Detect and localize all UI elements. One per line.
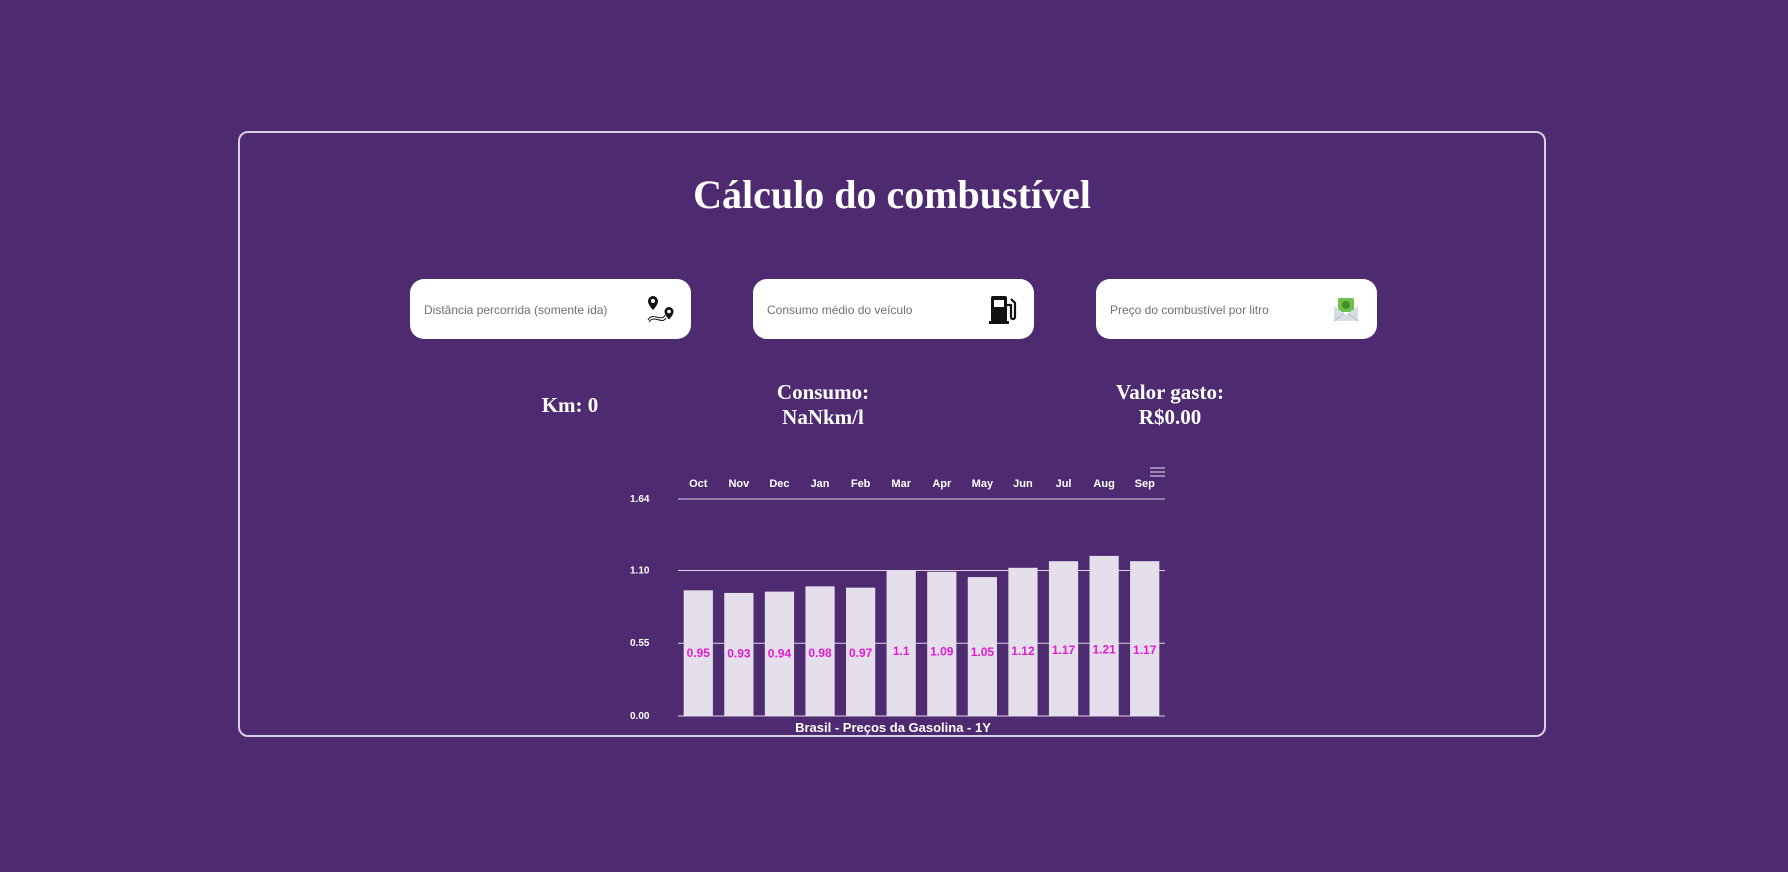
consumption-input[interactable]	[765, 279, 984, 341]
data-label: 1.21	[1092, 643, 1116, 657]
y-tick-label: 1.10	[630, 565, 650, 576]
x-tick-label: Oct	[689, 478, 708, 490]
x-tick-label: Nov	[728, 478, 750, 490]
x-tick-label: Jul	[1056, 478, 1072, 490]
distance-input[interactable]	[422, 279, 641, 341]
x-tick-label: May	[972, 478, 994, 490]
bar	[1089, 555, 1119, 716]
distance-field-container[interactable]	[410, 279, 691, 341]
x-tick-label: Jan	[811, 478, 830, 490]
y-tick-label: 0.00	[630, 711, 650, 722]
y-tick-label: 0.55	[630, 638, 650, 649]
x-tick-label: Feb	[851, 478, 871, 490]
map-route-icon	[645, 293, 675, 325]
menu-line	[1150, 471, 1165, 473]
consumption-field-container[interactable]	[753, 279, 1034, 341]
x-tick-label: Jun	[1013, 478, 1033, 490]
data-label: 0.93	[727, 647, 751, 661]
consumption-result-label: Consumo:	[776, 380, 870, 404]
data-label: 0.98	[808, 646, 832, 660]
data-label: 0.97	[849, 646, 873, 660]
page-title: Cálculo do combustível	[693, 172, 1091, 217]
data-label: 1.05	[971, 645, 995, 659]
data-label: 1.1	[893, 644, 910, 658]
data-label: 1.17	[1052, 643, 1076, 657]
bar	[1130, 561, 1160, 716]
x-tick-label: Apr	[932, 478, 952, 490]
x-tick-label: Aug	[1093, 478, 1114, 490]
gasoline-price-chart: 0.00 0.55 1.10 1.64 0.95 Oct 0.93 Nov 0.94 Dec 0.9…	[630, 467, 1165, 735]
km-result-text: Km: 0	[541, 393, 599, 417]
data-label: 1.09	[930, 644, 954, 658]
hamburger-menu-icon[interactable]	[1150, 467, 1165, 477]
x-tick-label: Mar	[891, 478, 911, 490]
consumption-result-value: NaNkm/l	[782, 405, 864, 429]
consumption-result: Consumo: NaNkm/l	[753, 380, 893, 430]
data-label: 0.95	[687, 646, 711, 660]
bar	[1048, 561, 1079, 716]
fuel-pump-icon	[988, 293, 1018, 325]
data-label: 1.17	[1133, 643, 1157, 657]
x-tick-label: Sep	[1135, 478, 1155, 490]
x-tick-label: Dec	[769, 478, 789, 490]
cost-result-value: R$0.00	[1138, 405, 1202, 429]
data-label: 1.12	[1011, 644, 1035, 658]
menu-line	[1150, 475, 1165, 477]
km-result: Km: 0	[510, 393, 630, 418]
cost-result-label: Valor gasto:	[1116, 380, 1224, 404]
price-field-container[interactable]	[1096, 279, 1377, 341]
chart-title: Brasil - Preços da Gasolina - 1Y	[795, 720, 991, 735]
price-input[interactable]	[1108, 279, 1327, 341]
money-envelope-icon	[1331, 293, 1361, 325]
menu-line	[1150, 467, 1165, 469]
y-tick-label: 1.64	[630, 494, 650, 505]
data-label: 0.94	[768, 646, 792, 660]
cost-result: Valor gasto: R$0.00	[1100, 380, 1240, 430]
bar	[1008, 567, 1038, 716]
